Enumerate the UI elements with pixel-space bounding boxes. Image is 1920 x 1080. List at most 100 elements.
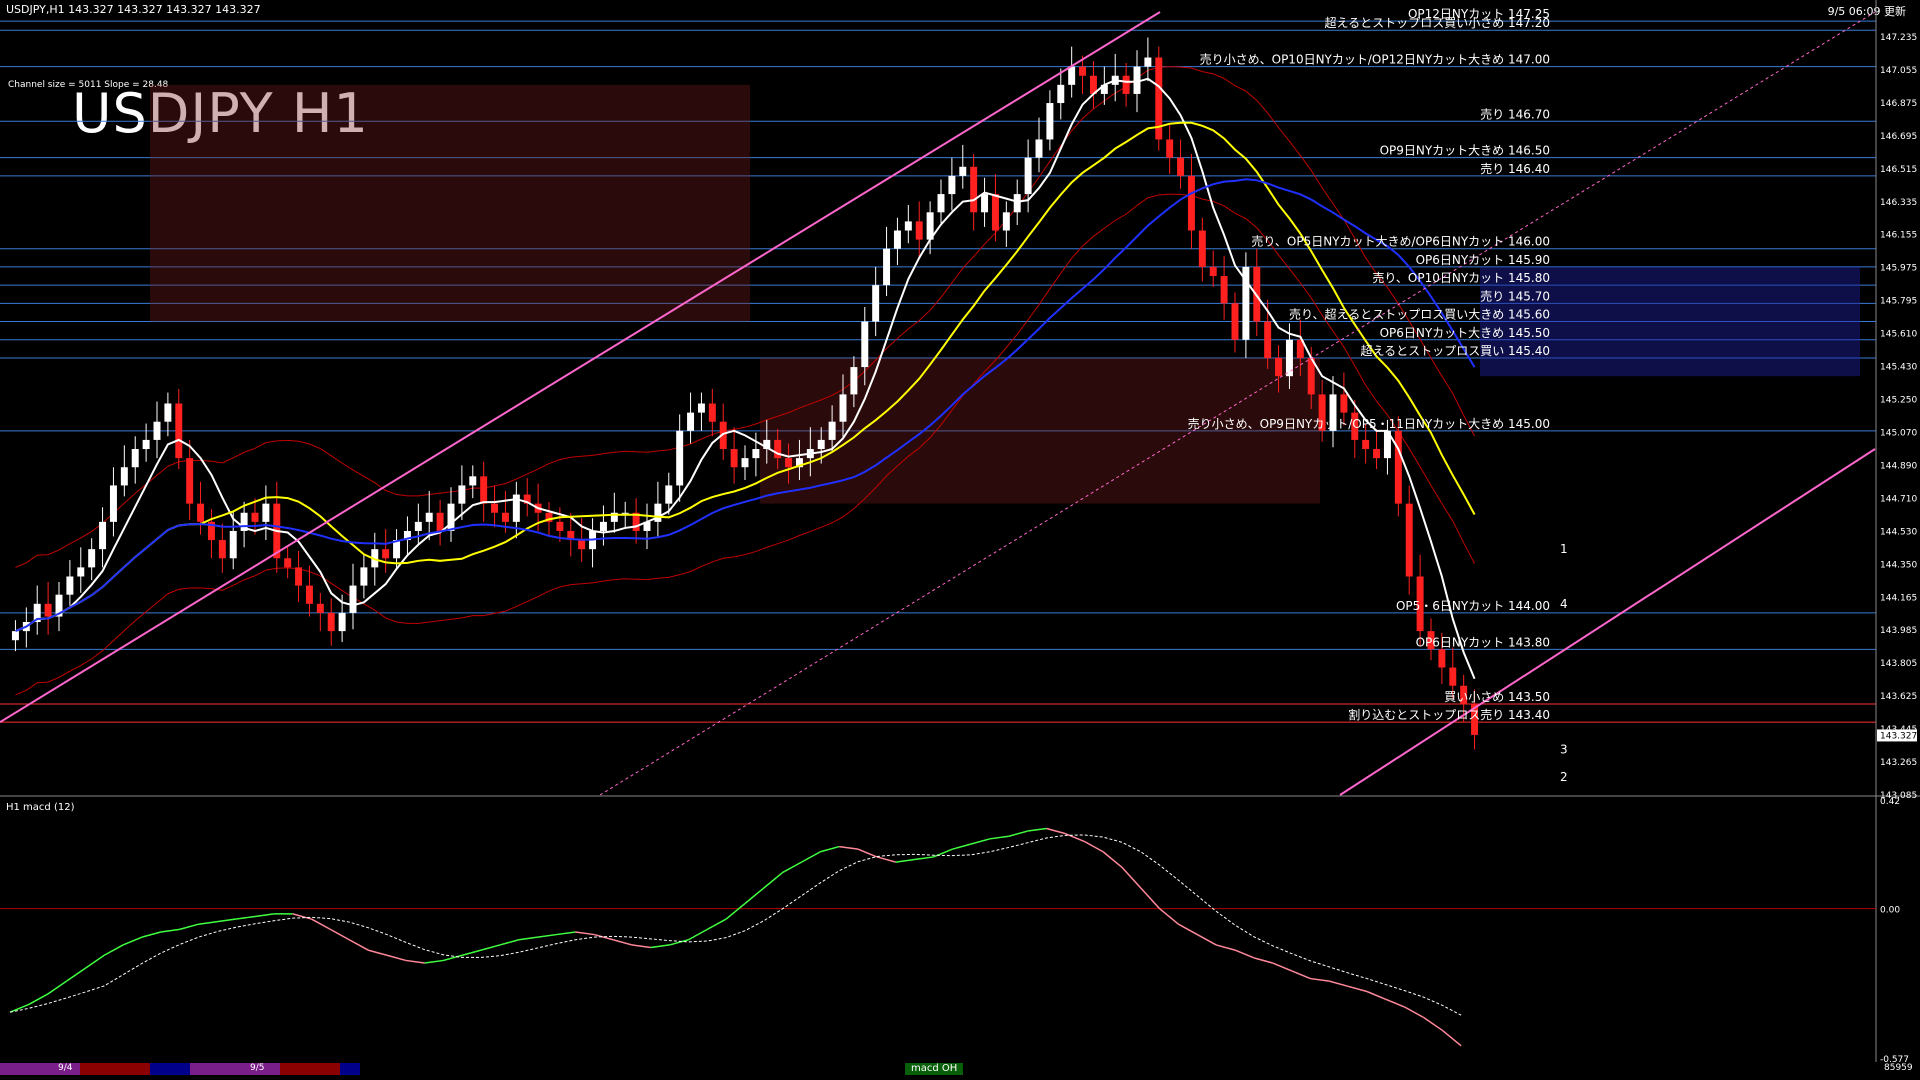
- candle-body-66: [730, 449, 738, 468]
- candle-body-5: [66, 576, 74, 595]
- macd-seg-76: [1423, 1016, 1443, 1031]
- macd-seg-56: [1046, 827, 1066, 835]
- price-tick-4: 146.515: [1880, 165, 1917, 175]
- candle-body-107: [1177, 157, 1185, 176]
- macd-seg-11: [198, 920, 218, 925]
- macd-seg-36: [669, 939, 689, 946]
- candle-body-29: [327, 612, 335, 632]
- candle-body-117: [1285, 339, 1293, 377]
- macd-seg-29: [537, 933, 557, 938]
- candle-body-83: [915, 221, 923, 240]
- cloud-zone-1: [150, 84, 750, 322]
- candle-body-38: [425, 512, 433, 522]
- candle-body-104: [1144, 57, 1152, 67]
- candle-body-6: [77, 567, 85, 577]
- candle-body-96: [1057, 84, 1065, 104]
- macd-seg-68: [1272, 962, 1292, 972]
- macd-seg-45: [839, 845, 859, 850]
- price-tick-2: 146.875: [1880, 99, 1917, 109]
- macd-seg-73: [1366, 990, 1387, 1000]
- macd-seg-70: [1310, 977, 1330, 982]
- candle-body-23: [262, 503, 270, 522]
- candle-body-52: [578, 540, 586, 550]
- candle-body-97: [1068, 66, 1076, 85]
- candle-body-98: [1079, 66, 1087, 76]
- macd-seg-62: [1159, 908, 1179, 925]
- macd-seg-13: [236, 915, 256, 920]
- macd-seg-66: [1234, 949, 1255, 959]
- candle-body-62: [687, 412, 695, 431]
- macd-seg-2: [28, 993, 49, 1006]
- candle-body-27: [305, 585, 313, 604]
- candle-body-15: [175, 403, 183, 459]
- level-label-5: 売り 146.40: [1480, 161, 1550, 176]
- macd-tick-0: 0.42: [1880, 797, 1900, 807]
- price-tick-1: 147.055: [1880, 66, 1917, 76]
- candle-body-0: [11, 631, 19, 641]
- candle-body-7: [88, 549, 96, 568]
- candle-body-82: [904, 221, 912, 231]
- macd-seg-44: [820, 845, 840, 853]
- macd-seg-47: [876, 856, 896, 863]
- macd-seg-58: [1083, 840, 1104, 853]
- price-tick-3: 146.695: [1880, 132, 1917, 142]
- level-label-16: 買い小さめ 143.50: [1444, 690, 1550, 704]
- level-label-1: 超えるとストップロス買い小さめ 147.20: [1325, 15, 1550, 30]
- macd-seg-28: [518, 936, 538, 941]
- candle-body-116: [1275, 357, 1283, 377]
- macd-seg-35: [650, 944, 670, 949]
- candle-body-92: [1013, 194, 1021, 213]
- level-label-3: 売り 146.70: [1480, 106, 1550, 121]
- candle-body-111: [1220, 276, 1228, 304]
- chart-canvas[interactable]: OP12日NYカット 147.25超えるとストップロス買い小さめ 147.20売…: [0, 0, 1920, 1080]
- price-tick-22: 143.265: [1880, 758, 1917, 768]
- level-label-15: OP6日NYカット 143.80: [1416, 635, 1550, 649]
- candle-body-71: [785, 458, 793, 468]
- macd-seg-38: [706, 918, 727, 931]
- candle-body-61: [676, 430, 684, 486]
- level-label-2: 売り小さめ、OP10日NYカット/OP12日NYカット大きめ 147.00: [1200, 52, 1550, 67]
- candle-body-22: [251, 512, 259, 522]
- price-tick-17: 144.165: [1880, 593, 1917, 603]
- candle-body-12: [142, 439, 150, 450]
- candle-body-14: [164, 403, 172, 422]
- candle-body-63: [697, 403, 705, 413]
- macd-seg-39: [725, 902, 746, 920]
- candle-body-88: [970, 166, 978, 213]
- candle-body-108: [1187, 175, 1195, 231]
- macd-seg-65: [1215, 944, 1236, 951]
- macd-seg-17: [311, 918, 331, 931]
- candle-body-76: [839, 394, 847, 422]
- candle-body-20: [229, 530, 237, 559]
- candle-body-102: [1122, 75, 1130, 94]
- macd-seg-22: [405, 959, 425, 964]
- macd-seg-25: [462, 949, 482, 956]
- candle-body-81: [893, 230, 901, 249]
- candle-body-41: [458, 485, 466, 504]
- macd-seg-41: [763, 871, 784, 889]
- candle-body-31: [349, 585, 357, 613]
- candle-body-90: [991, 194, 999, 231]
- price-tick-9: 145.610: [1880, 330, 1917, 340]
- macd-seg-21: [386, 954, 406, 962]
- macd-seg-3: [47, 980, 67, 995]
- macd-seg-8: [141, 931, 161, 938]
- candle-body-86: [948, 175, 956, 195]
- date-label-2: 9/5: [250, 1063, 265, 1073]
- candle-body-87: [959, 166, 967, 176]
- candle-body-94: [1035, 139, 1043, 158]
- candle-body-125: [1373, 449, 1381, 459]
- candle-body-32: [360, 567, 368, 586]
- price-tick-15: 144.530: [1880, 527, 1917, 537]
- macd-seg-9: [160, 928, 180, 933]
- candle-body-106: [1166, 139, 1174, 158]
- candle-body-89: [981, 194, 989, 213]
- price-tick-12: 145.070: [1880, 428, 1917, 438]
- macd-seg-49: [914, 856, 934, 861]
- macd-seg-37: [688, 928, 708, 941]
- wave-mark-0: 1: [1560, 542, 1568, 556]
- candle-body-56: [621, 512, 629, 514]
- candle-body-50: [556, 521, 564, 531]
- candle-body-44: [491, 503, 499, 513]
- macd-seg-7: [122, 936, 143, 946]
